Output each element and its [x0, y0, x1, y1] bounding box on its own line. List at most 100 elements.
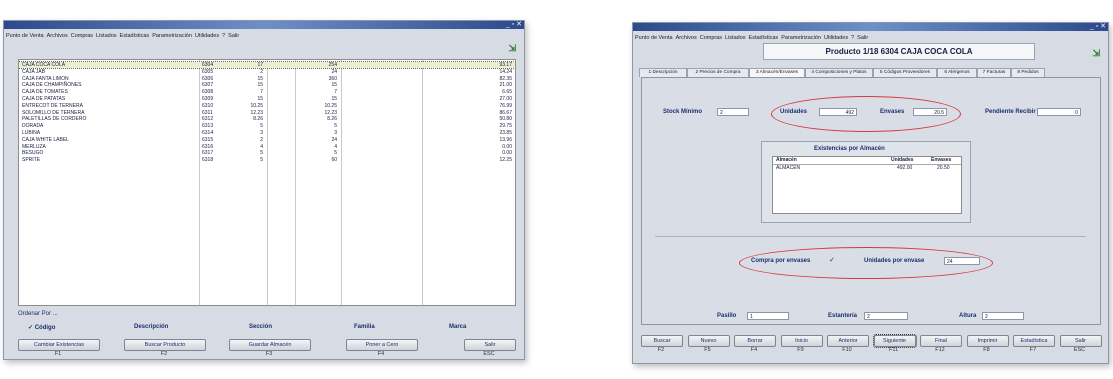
menu-item[interactable]: Estadísticas	[120, 33, 150, 39]
order-option[interactable]: Descripción	[134, 324, 168, 330]
cell-q1: 5	[260, 123, 263, 130]
button-f2[interactable]: Buscar	[641, 335, 683, 347]
button-f2[interactable]: Buscar Producto	[124, 339, 206, 351]
table-row[interactable]: LUBINA 6314 3 3 23.85	[19, 130, 515, 136]
window-controls[interactable]: _ ▫ ✕	[1090, 23, 1106, 31]
button-f1[interactable]: Cambiar Existencias	[18, 339, 100, 351]
stock-min-field[interactable]: 2	[717, 108, 749, 116]
menu-item[interactable]: Listados	[96, 33, 117, 39]
cell-name: CAJA JAB	[22, 68, 46, 75]
altura-field[interactable]: 2	[982, 312, 1024, 320]
menu-item[interactable]: Utilidades	[824, 35, 848, 41]
cell-q2: 254	[328, 62, 337, 68]
cell-name: CAJA DE PATATAS	[22, 96, 66, 102]
button-f4[interactable]: Poner a Cero	[346, 339, 418, 351]
cell-q2: 5	[334, 123, 337, 130]
pasillo-label: Pasillo	[717, 313, 737, 319]
cell-amt: 13.96	[499, 136, 512, 143]
cell-q1: 2	[260, 68, 263, 75]
menu-item[interactable]: Utilidades	[195, 33, 219, 39]
cell-name: CAJA FANTA LIMON	[22, 75, 69, 82]
table-row[interactable]: BESUGO 6317 5 5 0.00	[19, 150, 515, 156]
function-key-label: F9	[797, 347, 804, 353]
menu-item[interactable]: Punto de Venta	[635, 35, 673, 41]
table-row[interactable]: SPRITE 6318 5 60 12.25	[19, 157, 515, 163]
button-f9[interactable]: Inicio	[780, 335, 823, 347]
table-row[interactable]: ALMACEN 492.00 20.50	[773, 165, 961, 172]
cell-code: 6312	[202, 116, 214, 123]
pending-label: Pendiente Recibir	[985, 109, 1036, 115]
cell-name: MERLUZA	[22, 143, 46, 150]
cell-amt: 86.67	[499, 109, 512, 116]
cell-q2: 5	[334, 150, 337, 157]
menu-item[interactable]: Salir	[857, 35, 868, 41]
estanteria-field[interactable]: 2	[864, 312, 908, 320]
exit-icon[interactable]: ⇲	[1092, 48, 1100, 59]
cell-q2: 7	[334, 89, 337, 96]
tab[interactable]: 7 Facturas	[977, 68, 1011, 77]
order-option[interactable]: Familia	[354, 324, 375, 330]
button-f12[interactable]: Final	[920, 335, 962, 347]
button-f10[interactable]: Anterior	[827, 335, 869, 347]
button-f4[interactable]: Borrar	[734, 335, 776, 347]
table-row[interactable]: PALETILLAS DE CORDERO 6312 8.26 8.26 50.80	[19, 116, 515, 122]
table-row[interactable]: CAJA JAB 6305 2 24 14.24	[19, 69, 515, 75]
tab[interactable]: 2 Precios de Compra	[687, 68, 749, 77]
tab[interactable]: 1 Descripción	[639, 68, 687, 77]
exit-icon[interactable]: ⇲	[508, 43, 516, 54]
button-f11[interactable]: Siguiente	[872, 334, 917, 348]
table-row[interactable]: CAJA DE PATATAS 6309 15 15 27.00	[19, 96, 515, 102]
button-f8[interactable]: Imprimir	[966, 335, 1009, 347]
cell-code: 6309	[202, 96, 214, 102]
tab[interactable]: 3 Almacén/Envases	[749, 68, 805, 77]
menu-item[interactable]: Salir	[228, 33, 239, 39]
menu-item[interactable]: Compras	[700, 35, 722, 41]
order-option[interactable]: Marca	[449, 324, 466, 330]
order-option[interactable]: ✓ Código	[28, 324, 55, 331]
cell-name: CAJA COCA COLA	[22, 62, 66, 68]
cell-q1: 2	[260, 136, 263, 143]
menu-item[interactable]: Punto de Venta	[6, 33, 44, 39]
menu-item[interactable]: Archivos	[676, 35, 697, 41]
table-row[interactable]: MERLUZA 6316 4 4 0.00	[19, 144, 515, 150]
order-option[interactable]: Sección	[249, 324, 272, 330]
button-esc[interactable]: Salir	[464, 339, 516, 351]
menu-item[interactable]: Parametrización	[781, 35, 821, 41]
window-controls[interactable]: _ ▫ ✕	[506, 21, 522, 29]
button-f7[interactable]: Estadística	[1013, 335, 1055, 347]
tab[interactable]: 5 Códigos Proveedores	[873, 68, 937, 77]
cell-name: ENTRECOT DE TERNERA	[22, 102, 83, 109]
pending-field[interactable]: 0	[1037, 108, 1081, 116]
table-row[interactable]: DORADA 6313 5 5 29.75	[19, 123, 515, 129]
tab[interactable]: 6 Alérgenos	[937, 68, 977, 77]
menu-item[interactable]: Parametrización	[152, 33, 192, 39]
table-row[interactable]: CAJA WHITE LABEL 6315 2 24 13.96	[19, 137, 515, 143]
order-by-title: Ordenar Por ...	[18, 311, 58, 317]
highlight-ellipse-units	[771, 96, 961, 132]
menu-item[interactable]: ?	[222, 33, 225, 39]
button-f5[interactable]: Nuevo	[687, 335, 730, 347]
menu-item[interactable]: Compras	[71, 33, 93, 39]
menu-item[interactable]: Estadísticas	[749, 35, 779, 41]
button-f3[interactable]: Guardar Almacén	[229, 339, 311, 351]
divider	[655, 236, 1086, 237]
button-esc[interactable]: Salir	[1059, 335, 1102, 347]
table-row[interactable]: SOLOMILLO DE TERNERA 6311 12.23 12.23 86.67	[19, 110, 515, 116]
table-row[interactable]: ENTRECOT DE TERNERA 6310 10.25 10.25 76.99	[19, 103, 515, 109]
existencias-table[interactable]: Almacén Unidades Envases ALMACEN 492.00 …	[772, 156, 962, 214]
table-row[interactable]: CAJA COCA COLA 6304 17 254 93.17	[19, 61, 515, 69]
menu-item[interactable]: Archivos	[47, 33, 68, 39]
table-row[interactable]: CAJA DE TOMATES 6308 7 7 6.65	[19, 89, 515, 95]
stock-table[interactable]: CAJA COCA COLA 6304 17 254 93.17 CAJA JAB 6305…	[18, 59, 516, 306]
tab[interactable]: 4 Composiciones y Platos	[805, 68, 873, 77]
pasillo-field[interactable]: 1	[747, 312, 789, 320]
cell-q2: 12.23	[324, 109, 337, 116]
cell-q1: 10.25	[250, 102, 263, 109]
menu-item[interactable]: ?	[851, 35, 854, 41]
cell-q2: 3	[334, 130, 337, 136]
cell-q2: 15	[331, 82, 337, 89]
table-row[interactable]: CAJA DE CHAMPIÑONES 6307 15 15 21.00	[19, 82, 515, 88]
table-row[interactable]: CAJA FANTA LIMON 6306 15 360 82.35	[19, 76, 515, 82]
menu-item[interactable]: Listados	[725, 35, 746, 41]
tab[interactable]: 8 Pedidos	[1011, 68, 1045, 77]
